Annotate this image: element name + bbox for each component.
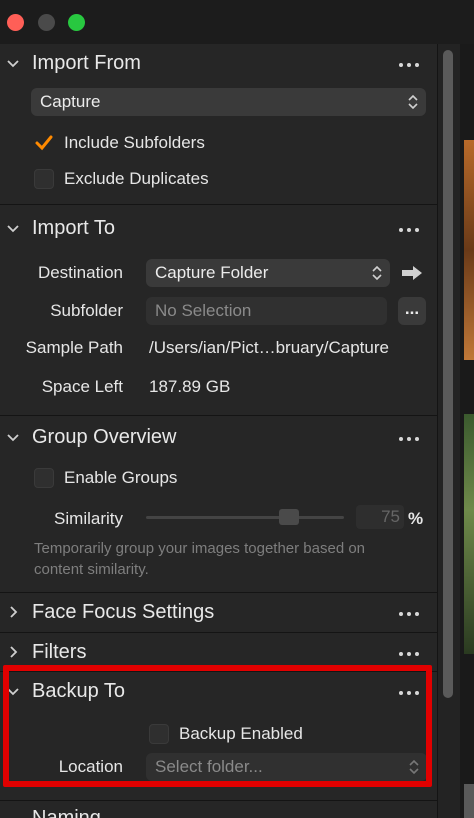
arrow-right-icon[interactable] bbox=[401, 265, 423, 281]
similarity-value-field[interactable]: 75 bbox=[356, 505, 404, 529]
sample-path-label: Sample Path bbox=[25, 338, 123, 357]
group-overview-title: Group Overview bbox=[32, 426, 177, 448]
subfolder-label: Subfolder bbox=[50, 301, 123, 320]
import-source-select[interactable]: Capture bbox=[31, 88, 426, 116]
similarity-label: Similarity bbox=[54, 509, 123, 528]
similarity-slider-thumb[interactable] bbox=[279, 509, 299, 525]
window-titlebar bbox=[0, 0, 474, 45]
backup-to-highlight-box bbox=[3, 665, 432, 787]
group-overview-header[interactable]: Group Overview bbox=[0, 418, 437, 458]
thumbnail-image[interactable] bbox=[464, 414, 474, 654]
sample-path-value: /Users/ian/Pict…bruary/Capture bbox=[149, 338, 389, 357]
more-options-icon[interactable] bbox=[399, 219, 421, 239]
updown-chevron-icon bbox=[372, 265, 382, 281]
include-subfolders-label: Include Subfolders bbox=[64, 133, 205, 152]
enable-groups-checkbox[interactable] bbox=[34, 468, 54, 488]
import-to-title: Import To bbox=[32, 217, 115, 239]
scrollbar-thumb[interactable] bbox=[443, 50, 453, 698]
thumbnail-image[interactable] bbox=[464, 784, 474, 818]
chevron-right-icon[interactable] bbox=[6, 605, 20, 619]
minimize-window-button[interactable] bbox=[38, 14, 55, 31]
panel-scrollbar[interactable] bbox=[437, 44, 461, 818]
exclude-duplicates-label: Exclude Duplicates bbox=[64, 169, 209, 188]
naming-title: Naming bbox=[32, 807, 101, 818]
zoom-window-button[interactable] bbox=[68, 14, 85, 31]
section-import-to: Import To Destination Capture Folder Sub… bbox=[0, 204, 437, 415]
import-to-header[interactable]: Import To bbox=[0, 209, 437, 249]
chevron-down-icon[interactable] bbox=[6, 430, 20, 444]
enable-groups-label: Enable Groups bbox=[64, 468, 178, 487]
thumbnail-image[interactable] bbox=[464, 140, 474, 360]
section-naming: Naming bbox=[0, 800, 437, 818]
destination-value: Capture Folder bbox=[155, 263, 269, 282]
exclude-duplicates-checkbox[interactable] bbox=[34, 169, 54, 189]
destination-label: Destination bbox=[37, 263, 123, 282]
include-subfolders-checkbox[interactable] bbox=[34, 133, 54, 153]
section-face-focus: Face Focus Settings bbox=[0, 592, 437, 633]
subfolder-tokens-label: ... bbox=[404, 299, 420, 318]
chevron-right-icon[interactable] bbox=[6, 645, 20, 659]
percent-unit: % bbox=[408, 509, 424, 528]
naming-header[interactable]: Naming bbox=[0, 801, 437, 818]
section-group-overview: Group Overview Enable Groups Similarity … bbox=[0, 415, 437, 593]
image-browser-edge bbox=[460, 44, 474, 818]
filters-title: Filters bbox=[32, 641, 87, 663]
checkmark-icon bbox=[35, 135, 53, 151]
updown-chevron-icon bbox=[408, 94, 418, 110]
more-options-icon[interactable] bbox=[399, 54, 421, 74]
more-options-icon[interactable] bbox=[399, 643, 421, 663]
import-from-header[interactable]: Import From bbox=[0, 44, 437, 84]
subfolder-placeholder: No Selection bbox=[155, 301, 252, 320]
more-options-icon[interactable] bbox=[399, 603, 421, 623]
space-left-label: Space Left bbox=[41, 377, 123, 396]
import-from-title: Import From bbox=[32, 52, 141, 74]
face-focus-title: Face Focus Settings bbox=[32, 601, 215, 623]
subfolder-tokens-button[interactable]: ... bbox=[398, 297, 426, 325]
face-focus-header[interactable]: Face Focus Settings bbox=[0, 593, 437, 633]
group-overview-description: Temporarily group your images together b… bbox=[34, 540, 366, 578]
similarity-value: 75 bbox=[381, 507, 400, 526]
chevron-down-icon[interactable] bbox=[6, 221, 20, 235]
destination-select[interactable]: Capture Folder bbox=[146, 259, 390, 287]
similarity-slider-track[interactable] bbox=[146, 516, 344, 519]
close-window-button[interactable] bbox=[7, 14, 24, 31]
section-import-from: Import From Capture Include Subfolders E… bbox=[0, 44, 437, 204]
subfolder-input[interactable]: No Selection bbox=[146, 297, 387, 325]
space-left-value: 187.89 GB bbox=[149, 377, 231, 396]
import-source-value: Capture bbox=[40, 92, 101, 111]
more-options-icon[interactable] bbox=[399, 428, 421, 448]
chevron-down-icon[interactable] bbox=[6, 56, 20, 70]
